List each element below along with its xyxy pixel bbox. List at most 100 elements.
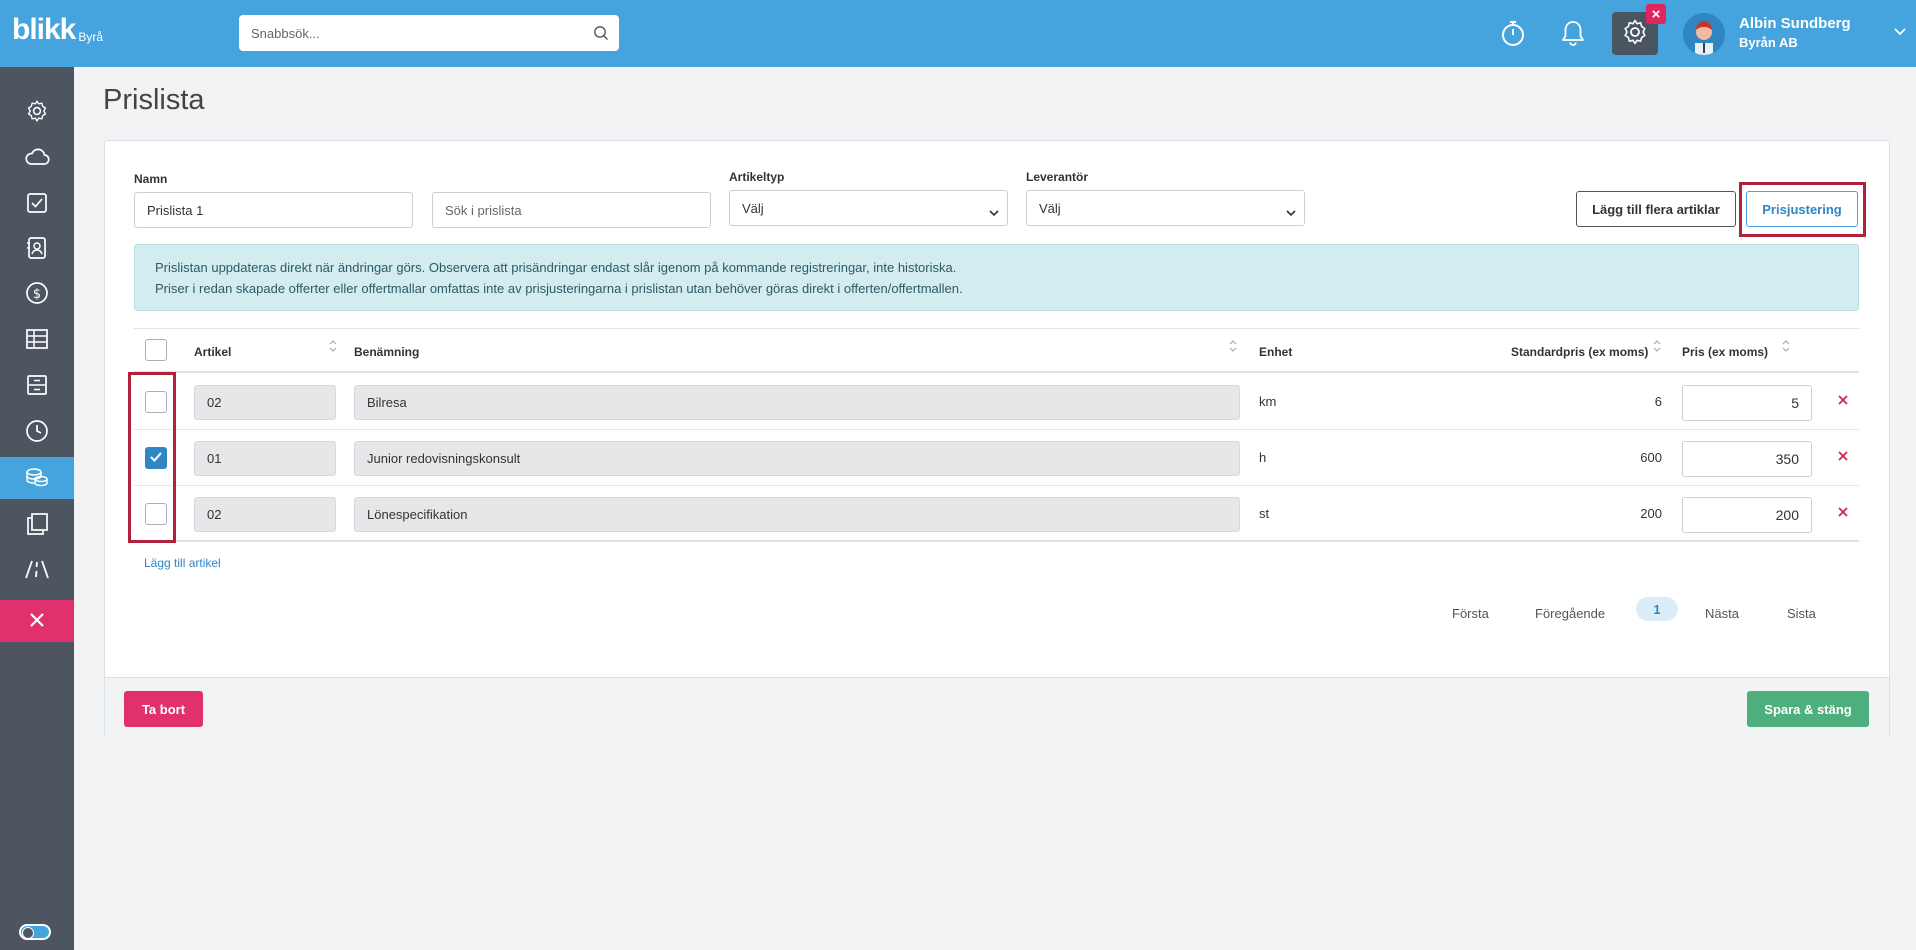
chevron-down-icon xyxy=(989,205,999,220)
chevron-down-icon[interactable] xyxy=(1893,25,1907,40)
std-price-cell: 200 xyxy=(1640,506,1662,521)
search-icon[interactable] xyxy=(593,25,609,44)
column-header-article[interactable]: Artikel xyxy=(194,345,231,359)
bell-icon[interactable] xyxy=(1555,15,1591,51)
dollar-icon: $ xyxy=(25,281,49,308)
sidebar-close-button[interactable] xyxy=(0,600,74,642)
article-type-label: Artikeltyp xyxy=(729,170,785,184)
price-input[interactable]: 350 xyxy=(1682,441,1812,477)
price-input[interactable]: 200 xyxy=(1682,497,1812,533)
cloud-icon xyxy=(24,146,50,171)
pricelist-search-field[interactable] xyxy=(432,192,711,228)
supplier-label: Leverantör xyxy=(1026,170,1089,184)
table-row: 02 Bilresa km 6 5 xyxy=(134,374,1859,430)
sidebar-item-settings[interactable] xyxy=(0,91,74,133)
select-all-checkbox[interactable] xyxy=(145,339,167,361)
user-info[interactable]: Albin Sundberg Byrån AB xyxy=(1739,15,1851,50)
article-type-select[interactable]: Välj xyxy=(729,190,1008,226)
sidebar-item-travel[interactable] xyxy=(0,549,74,591)
pricelist-search-input[interactable] xyxy=(445,202,710,218)
add-article-link[interactable]: Lägg till artikel xyxy=(144,556,221,570)
coins-icon xyxy=(24,466,50,491)
unit-cell: km xyxy=(1259,394,1277,409)
quick-search-input[interactable] xyxy=(239,15,569,51)
sidebar-item-finance[interactable]: $ xyxy=(0,273,74,315)
toggle-icon[interactable] xyxy=(19,924,51,940)
article-name-cell: Lönespecifikation xyxy=(354,497,1240,532)
top-bar: blikk Byrå × Albin Sundberg Byrån AB xyxy=(0,0,1916,67)
contact-card-icon xyxy=(26,236,48,263)
delete-row-icon[interactable] xyxy=(1837,394,1849,409)
price-input[interactable]: 5 xyxy=(1682,385,1812,421)
archive-icon xyxy=(26,374,48,399)
article-number-cell: 02 xyxy=(194,497,336,532)
info-alert: Prislistan uppdateras direkt när ändring… xyxy=(134,244,1859,311)
delete-button[interactable]: Ta bort xyxy=(124,691,203,727)
name-field[interactable] xyxy=(134,192,413,228)
table-row: 01 Junior redovisningskonsult h 600 350 xyxy=(134,430,1859,486)
column-header-std-price[interactable]: Standardpris (ex moms) xyxy=(1511,345,1648,359)
sidebar-item-documents[interactable] xyxy=(0,504,74,546)
logo-word: blikk xyxy=(12,13,76,46)
supplier-value: Välj xyxy=(1039,200,1061,216)
column-header-unit: Enhet xyxy=(1259,345,1293,359)
avatar[interactable] xyxy=(1683,13,1725,55)
std-price-cell: 6 xyxy=(1654,394,1662,409)
sidebar-item-archive[interactable] xyxy=(0,365,74,407)
stopwatch-icon[interactable] xyxy=(1495,15,1531,51)
name-input[interactable] xyxy=(147,202,412,218)
clock-icon xyxy=(25,419,49,446)
svg-text:$: $ xyxy=(33,287,41,302)
unit-cell: h xyxy=(1259,450,1267,465)
sidebar-item-pricelists[interactable] xyxy=(0,457,74,499)
quick-search xyxy=(239,15,619,51)
sidebar-item-contacts[interactable] xyxy=(0,228,74,270)
table-icon xyxy=(25,328,49,353)
close-icon xyxy=(28,611,46,632)
article-name-cell: Junior redovisningskonsult xyxy=(354,441,1240,476)
sort-icon[interactable] xyxy=(1652,339,1662,356)
gear-icon xyxy=(1621,18,1649,49)
save-close-button[interactable]: Spara & stäng xyxy=(1747,691,1869,727)
add-multiple-articles-button[interactable]: Lägg till flera artiklar xyxy=(1576,191,1736,227)
std-price-cell: 600 xyxy=(1640,450,1662,465)
page-title: Prislista xyxy=(103,84,205,116)
info-line-1: Prislistan uppdateras direkt när ändring… xyxy=(155,260,957,275)
pagination-current[interactable]: 1 xyxy=(1636,597,1678,621)
gear-icon xyxy=(25,99,49,126)
copy-icon xyxy=(25,512,49,539)
card-footer xyxy=(105,677,1889,738)
road-icon xyxy=(24,558,50,583)
chevron-down-icon xyxy=(1286,205,1296,220)
sidebar-item-table[interactable] xyxy=(0,319,74,361)
price-adjustment-button[interactable]: Prisjustering xyxy=(1746,191,1858,227)
supplier-select[interactable]: Välj xyxy=(1026,190,1305,226)
table-header: Artikel Benämning Enhet Standardpris (ex… xyxy=(134,328,1859,373)
sidebar-item-tasks[interactable] xyxy=(0,183,74,225)
column-header-price[interactable]: Pris (ex moms) xyxy=(1682,345,1768,359)
sort-icon[interactable] xyxy=(328,339,338,356)
table-row: 02 Lönespecifikation st 200 200 xyxy=(134,486,1859,542)
pagination-previous[interactable]: Föregående xyxy=(1535,606,1605,621)
pagination-last[interactable]: Sista xyxy=(1787,606,1816,621)
article-number-cell: 02 xyxy=(194,385,336,420)
info-line-2: Priser i redan skapade offerter eller of… xyxy=(155,281,963,296)
article-number-cell: 01 xyxy=(194,441,336,476)
article-name-cell: Bilresa xyxy=(354,385,1240,420)
sort-icon[interactable] xyxy=(1781,339,1791,356)
logo[interactable]: blikk Byrå xyxy=(12,14,103,46)
close-icon[interactable]: × xyxy=(1646,4,1666,24)
delete-row-icon[interactable] xyxy=(1837,506,1849,521)
highlight-frame xyxy=(128,372,176,543)
column-header-name[interactable]: Benämning xyxy=(354,345,419,359)
sort-icon[interactable] xyxy=(1228,339,1238,356)
name-label: Namn xyxy=(134,172,168,186)
delete-row-icon[interactable] xyxy=(1837,450,1849,465)
article-type-value: Välj xyxy=(742,200,764,216)
pagination-next[interactable]: Nästa xyxy=(1705,606,1739,621)
pagination-first[interactable]: Första xyxy=(1452,606,1489,621)
sidebar-item-time[interactable] xyxy=(0,411,74,453)
logo-sub: Byrå xyxy=(78,30,104,44)
checkbox-icon xyxy=(26,192,48,217)
sidebar-item-cloud[interactable] xyxy=(0,137,74,179)
